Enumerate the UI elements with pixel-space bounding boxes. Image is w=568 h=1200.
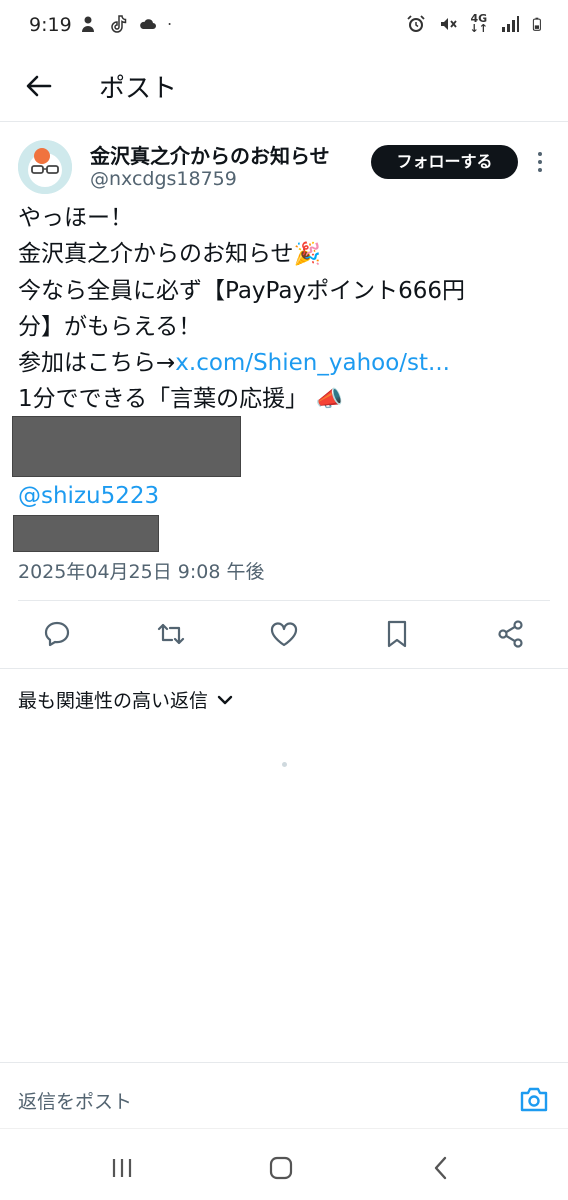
author-handle[interactable]: @nxcdgs18759 (90, 168, 237, 190)
back-arrow-icon[interactable] (22, 69, 56, 103)
person-icon (82, 16, 94, 32)
header-divider (0, 121, 568, 122)
top-app-bar: ポスト (0, 52, 568, 120)
redacted-block (12, 416, 241, 477)
redacted-block (13, 515, 159, 552)
avatar-image (18, 140, 72, 194)
status-time: 9:19 (29, 14, 72, 36)
page-title: ポスト (99, 74, 178, 104)
cloud-icon (140, 19, 156, 29)
actions-divider (0, 668, 568, 669)
system-nav-bar (0, 1128, 568, 1200)
avatar[interactable] (18, 140, 72, 194)
status-left-icons (78, 14, 176, 34)
network-indicator: 4G ↓↑ (469, 13, 488, 35)
tweet-line: 金沢真之介からのお知らせ🎉 (18, 236, 548, 273)
reply-icon[interactable] (42, 619, 72, 649)
replies-sort-label: 最も関連性の高い返信 (18, 690, 209, 712)
status-bar: 9:19 4G ↓↑ (0, 0, 568, 52)
status-right-icons: 4G ↓↑ (406, 13, 546, 35)
share-icon[interactable] (496, 619, 526, 649)
tweet-line: 1分でできる「言葉の応援」 📣 (18, 381, 548, 418)
tiktok-icon (111, 15, 127, 33)
reply-input-placeholder[interactable]: 返信をポスト (18, 1087, 132, 1114)
signal-icon (502, 16, 519, 32)
replies-sort-dropdown[interactable]: 最も関連性の高い返信 (18, 686, 234, 713)
mute-icon (440, 18, 457, 30)
like-icon[interactable] (269, 619, 299, 649)
alarm-icon (406, 15, 425, 32)
camera-icon[interactable] (519, 1085, 549, 1113)
retweet-icon[interactable] (156, 619, 186, 649)
back-nav-icon[interactable] (428, 1155, 454, 1181)
loading-indicator (282, 762, 287, 767)
home-icon[interactable] (268, 1155, 294, 1181)
chevron-down-icon (217, 695, 233, 704)
follow-button[interactable]: フォローする (371, 145, 518, 179)
tweet-timestamp: 2025年04月25日 9:08 午後 (18, 561, 265, 583)
party-popper-emoji: 🎉 (293, 242, 321, 267)
more-options-icon[interactable] (530, 150, 550, 174)
tweet-line: 今なら全員に必ず【PayPayポイント666円 (18, 278, 465, 304)
recent-apps-icon[interactable] (109, 1155, 135, 1181)
bookmark-icon[interactable] (382, 619, 412, 649)
timestamp-divider (18, 600, 550, 601)
dot-icon (168, 23, 171, 25)
data-arrows-icon: ↓↑ (469, 22, 488, 35)
tweet-line-text: 参加はこちら→ (18, 350, 176, 376)
tweet-line-text: 1分でできる「言葉の応援」 (18, 386, 309, 412)
tweet-text: やっほー！ 金沢真之介からのお知らせ🎉 今なら全員に必ず【PayPayポイント6… (18, 200, 548, 418)
battery-icon (532, 17, 541, 31)
tweet-line: 分】がもらえる！ (18, 314, 202, 340)
tweet-line: やっほー！ (18, 205, 133, 231)
author-name[interactable]: 金沢真之介からのお知らせ (90, 140, 330, 169)
tweet-link[interactable]: x.com/Shien_yahoo/st... (175, 350, 450, 376)
tweet-line: 参加はこちら→x.com/Shien_yahoo/st... (18, 345, 548, 381)
reply-composer[interactable]: 返信をポスト (0, 1062, 568, 1128)
tweet-actions (0, 602, 568, 668)
tweet-line-text: 金沢真之介からのお知らせ (18, 241, 294, 267)
mention-link[interactable]: @shizu5223 (18, 478, 159, 514)
megaphone-emoji: 📣 (315, 387, 343, 412)
